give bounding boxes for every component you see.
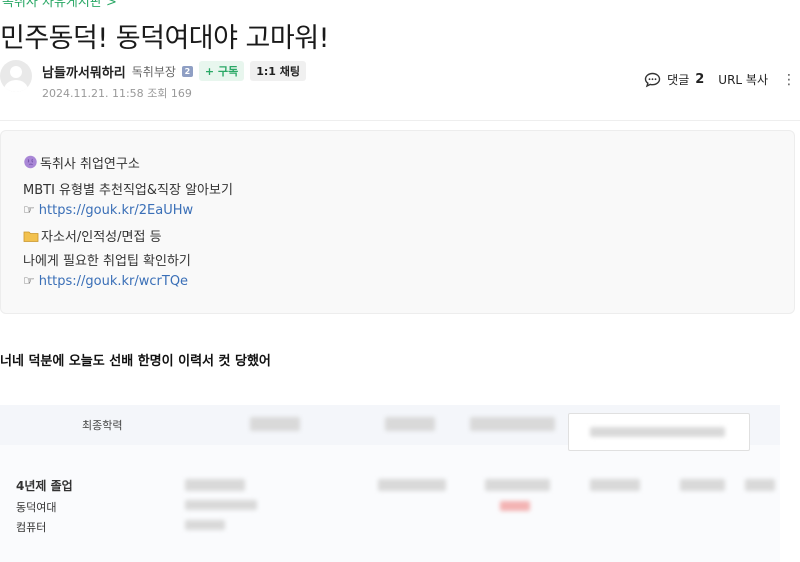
resume-header: 최종학력 (0, 405, 780, 451)
author-grade: 독취부장 (131, 64, 176, 79)
redacted-cell (590, 427, 725, 437)
promo-line2: 자소서/인적성/면접 등 (41, 230, 162, 245)
promo-line1: MBTI 유형별 추천직업&직장 알아보기 (23, 183, 233, 198)
resume-degree: 4년제 졸업 (16, 479, 73, 493)
pointing-hand-icon: ☞ (23, 274, 35, 289)
redacted-cell (745, 479, 775, 491)
redacted-cell (378, 479, 446, 491)
promo-title: 독취사 취업연구소 (40, 157, 140, 172)
promo-link2-line: ☞ https://gouk.kr/wcrTQe (23, 274, 188, 289)
header-divider (0, 120, 800, 121)
post-title: 민주동덕! 동덕여대야 고마워! (0, 23, 329, 54)
promo-box: 독취사 취업연구소 MBTI 유형별 추천직업&직장 알아보기 ☞ https:… (0, 130, 795, 314)
redacted-cell (185, 520, 225, 530)
post-meta: 2024.11.21. 11:58 조회 169 (42, 85, 192, 101)
redacted-cell (185, 500, 257, 510)
redacted-cell (680, 479, 725, 491)
promo-link1[interactable]: https://gouk.kr/2EaUHw (39, 203, 193, 218)
redacted-cell (590, 479, 640, 491)
redacted-cell (500, 501, 530, 511)
resume-image: 최종학력 4년제 졸업 동덕여대 컴퓨터 (0, 405, 780, 562)
breadcrumb[interactable]: 독취사 자유게시판 > (2, 0, 117, 10)
post-views: 조회 169 (147, 87, 192, 100)
post-body-text: 너네 덕분에 오늘도 선배 한명이 이력서 컷 당했어 (0, 354, 271, 369)
redacted-cell (470, 417, 555, 431)
avatar[interactable] (0, 60, 32, 92)
promo-link2[interactable]: https://gouk.kr/wcrTQe (39, 274, 188, 289)
brain-icon (24, 155, 37, 169)
folder-icon (23, 231, 39, 242)
redacted-cell (185, 479, 245, 491)
redacted-cell (485, 479, 550, 491)
resume-header-label: 최종학력 (82, 419, 123, 432)
comment-count: 2 (695, 72, 705, 87)
speech-bubble-icon (644, 72, 661, 87)
promo-line2-row: 자소서/인적성/면접 등 (23, 226, 162, 245)
more-vertical-icon[interactable]: ⋮ (782, 72, 796, 88)
comment-button[interactable]: 댓글 2 (644, 71, 704, 88)
promo-link1-line: ☞ https://gouk.kr/2EaUHw (23, 203, 193, 218)
pointing-hand-icon: ☞ (23, 203, 35, 218)
url-copy-button[interactable]: URL 복사 (718, 71, 768, 88)
promo-title-line: 독취사 취업연구소 (23, 153, 140, 172)
promo-line3: 나에게 필요한 취업팁 확인하기 (23, 254, 191, 269)
author-nickname[interactable]: 남들까서뭐하리 (42, 62, 126, 81)
author-row: 남들까서뭐하리 독취부장 2 + 구독 1:1 채팅 (42, 61, 306, 81)
resume-major: 컴퓨터 (16, 521, 47, 534)
redacted-cell (385, 417, 435, 431)
post-date: 2024.11.21. 11:58 (42, 87, 144, 100)
resume-school: 동덕여대 (16, 501, 57, 514)
redacted-cell (250, 417, 300, 431)
post-actions: 댓글 2 URL 복사 ⋮ (644, 71, 796, 88)
subscribe-button[interactable]: + 구독 (198, 61, 245, 81)
grade-badge-icon: 2 (181, 65, 193, 77)
chat-button[interactable]: 1:1 채팅 (250, 61, 306, 81)
comment-label: 댓글 (667, 73, 690, 87)
